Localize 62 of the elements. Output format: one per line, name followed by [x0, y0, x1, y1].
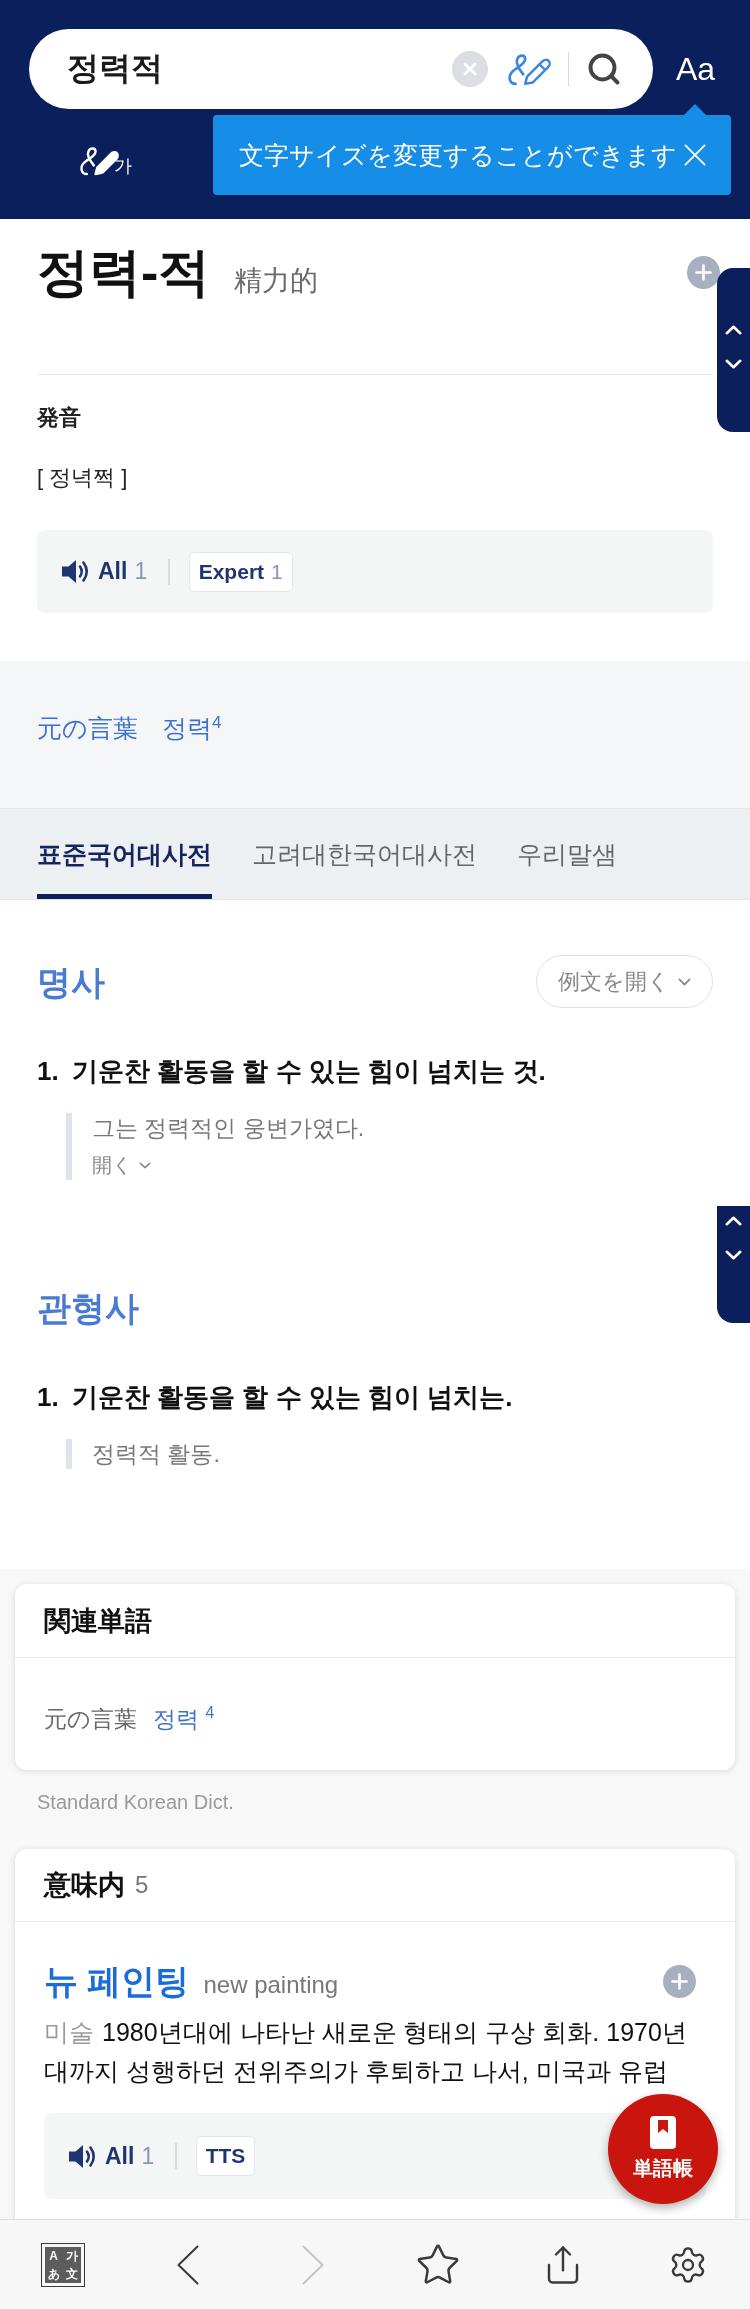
- bookmark-book-icon: [650, 2116, 676, 2149]
- meaning-gloss: new painting: [203, 1971, 339, 1999]
- tooltip-text: 文字サイズを変更することができます: [239, 140, 678, 171]
- font-size-button[interactable]: Aa: [676, 49, 716, 89]
- expand-link[interactable]: 開く: [92, 1150, 151, 1180]
- speaker-icon: [68, 2142, 98, 2170]
- definition-paragraph: 미술 1980년대에 나타난 새로운 형태의 구상 회화. 1970년대까지 성행하던 전위주의가 후퇴하고 나서, 미국과 유럽: [44, 2017, 688, 2087]
- related-label: 元の言葉: [44, 1705, 137, 1734]
- chevron-down-icon: [139, 1161, 151, 1169]
- translate-button[interactable]: A 가 あ 文: [40, 2242, 85, 2287]
- pronunciation-text: [ 정녁쩍 ]: [37, 464, 129, 492]
- definition-number: 1.: [37, 1381, 60, 1414]
- handwriting-button[interactable]: [506, 52, 551, 86]
- speaker-icon: [61, 558, 91, 585]
- chevron-left-icon: [176, 2244, 199, 2285]
- clear-icon: [462, 62, 477, 76]
- definition-text: 기운찬 활동을 할 수 있는 힘이 넘치는.: [72, 1381, 513, 1414]
- chevron-down-icon: [725, 1250, 742, 1260]
- source-note: Standard Korean Dict.: [37, 1790, 235, 1815]
- card-title: 意味内: [44, 1869, 125, 1902]
- origin-label: 元の言葉: [37, 713, 138, 743]
- pronunciation-heading: 発音: [37, 404, 82, 432]
- related-word-link[interactable]: 정력 $^{4}$: [153, 1704, 215, 1734]
- definition-number: 1.: [37, 1055, 60, 1088]
- card-count: 5: [135, 1871, 149, 1899]
- search-button[interactable]: [586, 51, 622, 87]
- chevron-up-icon: [725, 1216, 742, 1226]
- chevron-down-icon: [725, 359, 742, 369]
- example-sentence: 그는 정력적인 웅변가였다.: [92, 1114, 365, 1143]
- back-button[interactable]: [176, 2244, 199, 2285]
- part-of-speech-heading: 관형사: [37, 1287, 139, 1329]
- part-of-speech-heading: 명사: [37, 961, 105, 1003]
- chevron-right-icon: [301, 2244, 324, 2285]
- handwriting-input-button[interactable]: 가: [79, 146, 132, 176]
- dictionary-tab[interactable]: 우리말샘: [517, 809, 617, 899]
- search-bar[interactable]: 정력적: [29, 29, 653, 109]
- quote-bar: [66, 1113, 72, 1180]
- play-all-button[interactable]: All 1: [61, 558, 148, 585]
- origin-word-link[interactable]: 정력$^{4}$: [162, 713, 222, 743]
- show-examples-button[interactable]: 例文を開く: [536, 955, 713, 1008]
- dictionary-tab[interactable]: 고려대한국어대사전: [252, 809, 477, 899]
- headword: 정력-적: [37, 242, 211, 302]
- card-title: 関連単語: [44, 1604, 152, 1638]
- definition-text: 기운찬 활동을 할 수 있는 힘이 넘치는 것.: [72, 1055, 546, 1088]
- search-icon: [586, 51, 622, 87]
- plus-icon: [671, 1972, 688, 1990]
- example-sentence: 정력적 활동.: [92, 1440, 220, 1469]
- voice-chip[interactable]: TTS: [195, 2136, 256, 2176]
- pencil-scribble-icon: [506, 52, 551, 86]
- add-to-wordbook-button[interactable]: [687, 255, 720, 289]
- plus-icon: [695, 263, 712, 281]
- voice-chip[interactable]: Expert 1: [188, 551, 293, 592]
- chevron-up-icon: [725, 325, 742, 335]
- dictionary-tab[interactable]: 표준국어대사전: [37, 809, 212, 899]
- close-icon: [684, 144, 706, 166]
- meaning-word-link[interactable]: 뉴 페인팅: [44, 1959, 190, 2003]
- close-button[interactable]: [684, 144, 706, 166]
- chevron-down-icon: [678, 977, 691, 986]
- search-field[interactable]: 정력적: [67, 47, 452, 91]
- play-all-button[interactable]: All 1: [68, 2142, 155, 2170]
- quote-bar: [66, 1439, 72, 1469]
- hanja-text: 精力的: [234, 264, 319, 298]
